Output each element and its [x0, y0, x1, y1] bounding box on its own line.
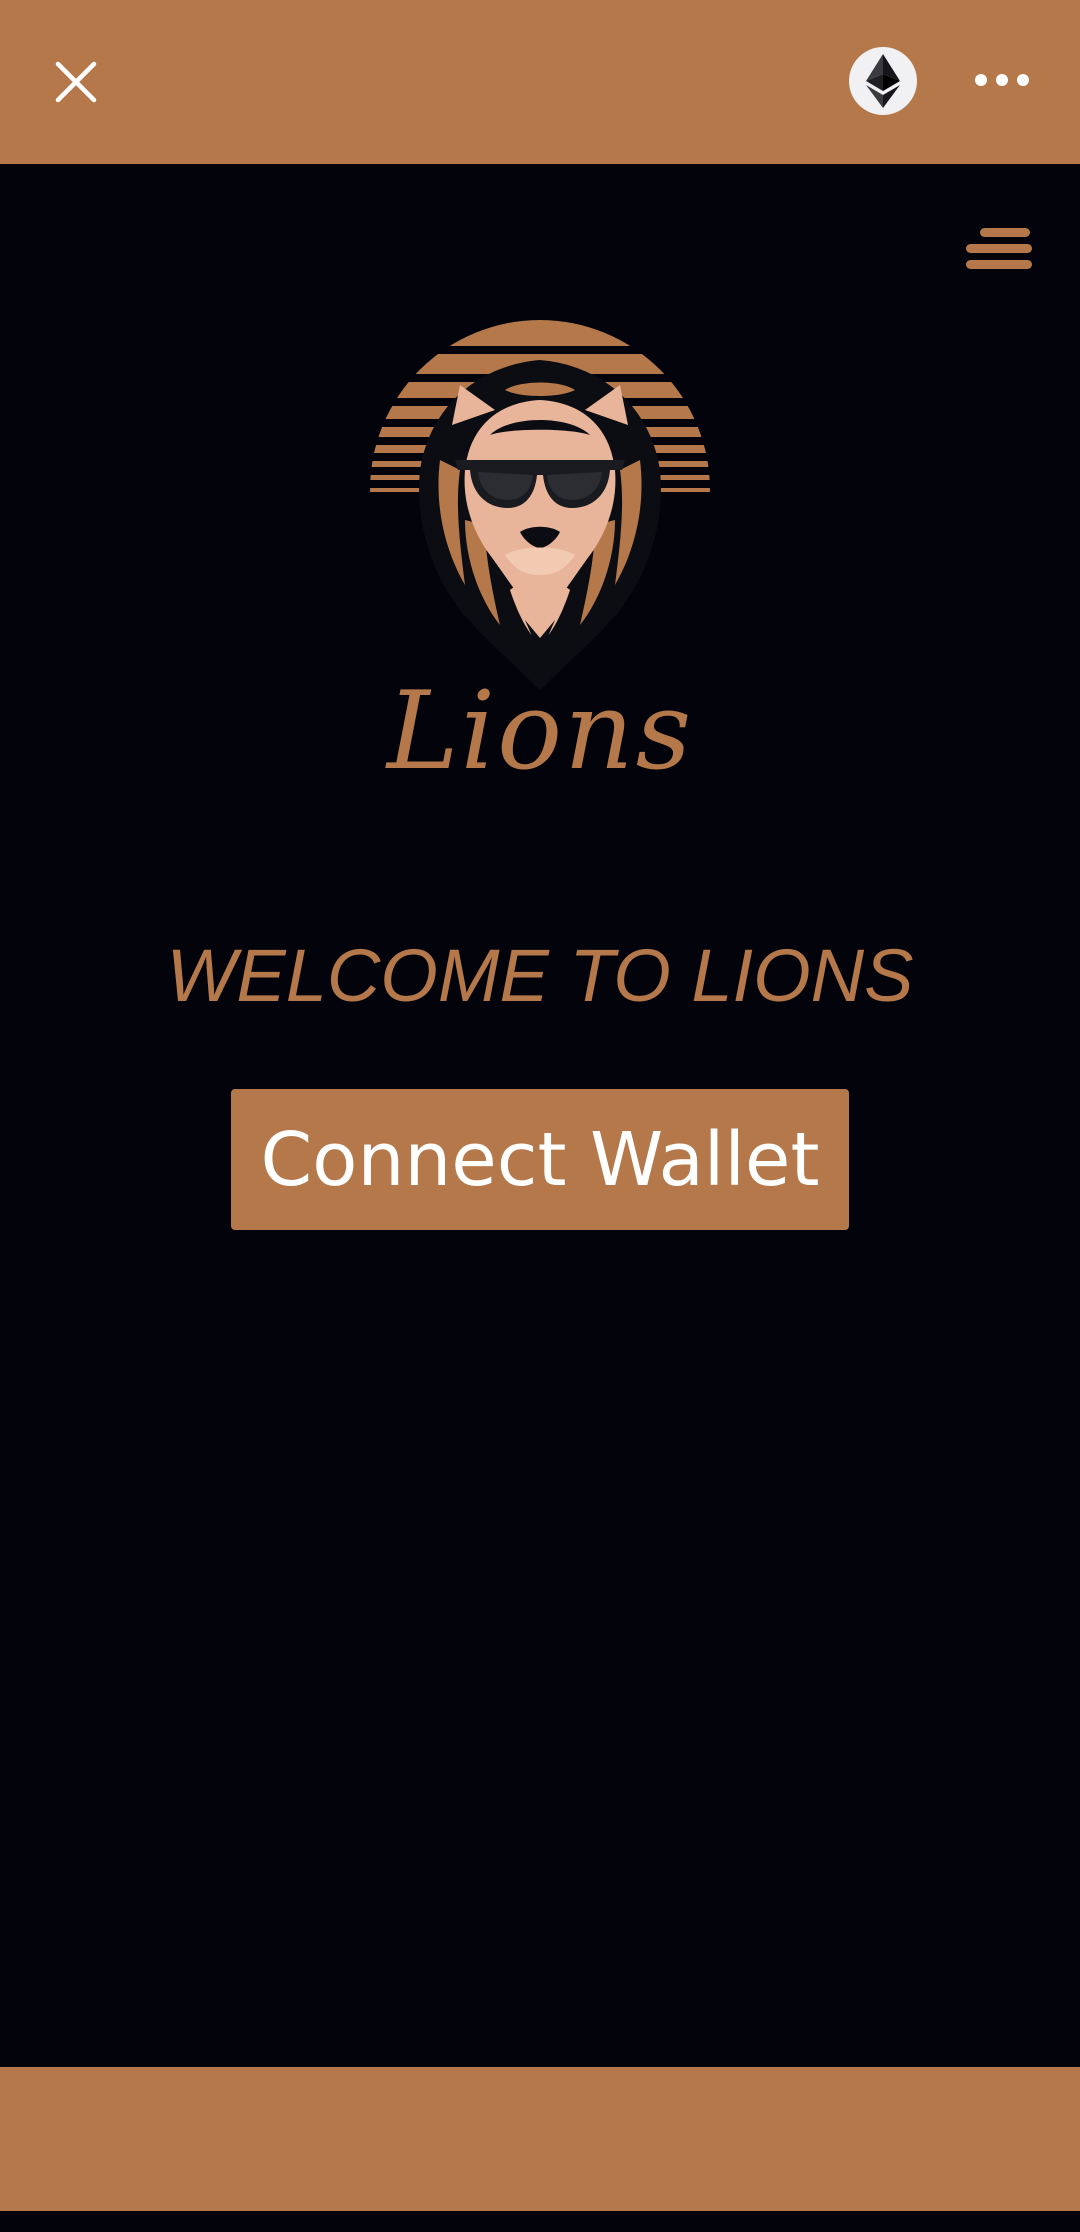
- more-options-button[interactable]: [970, 56, 1034, 104]
- close-icon: [55, 61, 97, 103]
- app-screen: Lions WELCOME TO LIONS Connect Wallet: [0, 0, 1080, 2232]
- top-bar: [0, 0, 1080, 164]
- welcome-heading: WELCOME TO LIONS: [166, 934, 914, 1017]
- bottom-bar: [0, 2067, 1080, 2211]
- ethereum-icon: [866, 54, 900, 108]
- hamburger-menu-button[interactable]: [958, 224, 1038, 276]
- system-navigation-strip: [0, 2211, 1080, 2232]
- lion-sunglasses-logo: [370, 320, 710, 690]
- brand-logo: Lions: [360, 320, 720, 790]
- hamburger-menu-icon: [966, 228, 1032, 269]
- more-horizontal-icon: [975, 74, 1029, 86]
- network-button[interactable]: [849, 47, 917, 115]
- connect-wallet-button[interactable]: Connect Wallet: [231, 1089, 849, 1230]
- brand-name: Lions: [386, 669, 694, 794]
- close-button[interactable]: [44, 50, 108, 114]
